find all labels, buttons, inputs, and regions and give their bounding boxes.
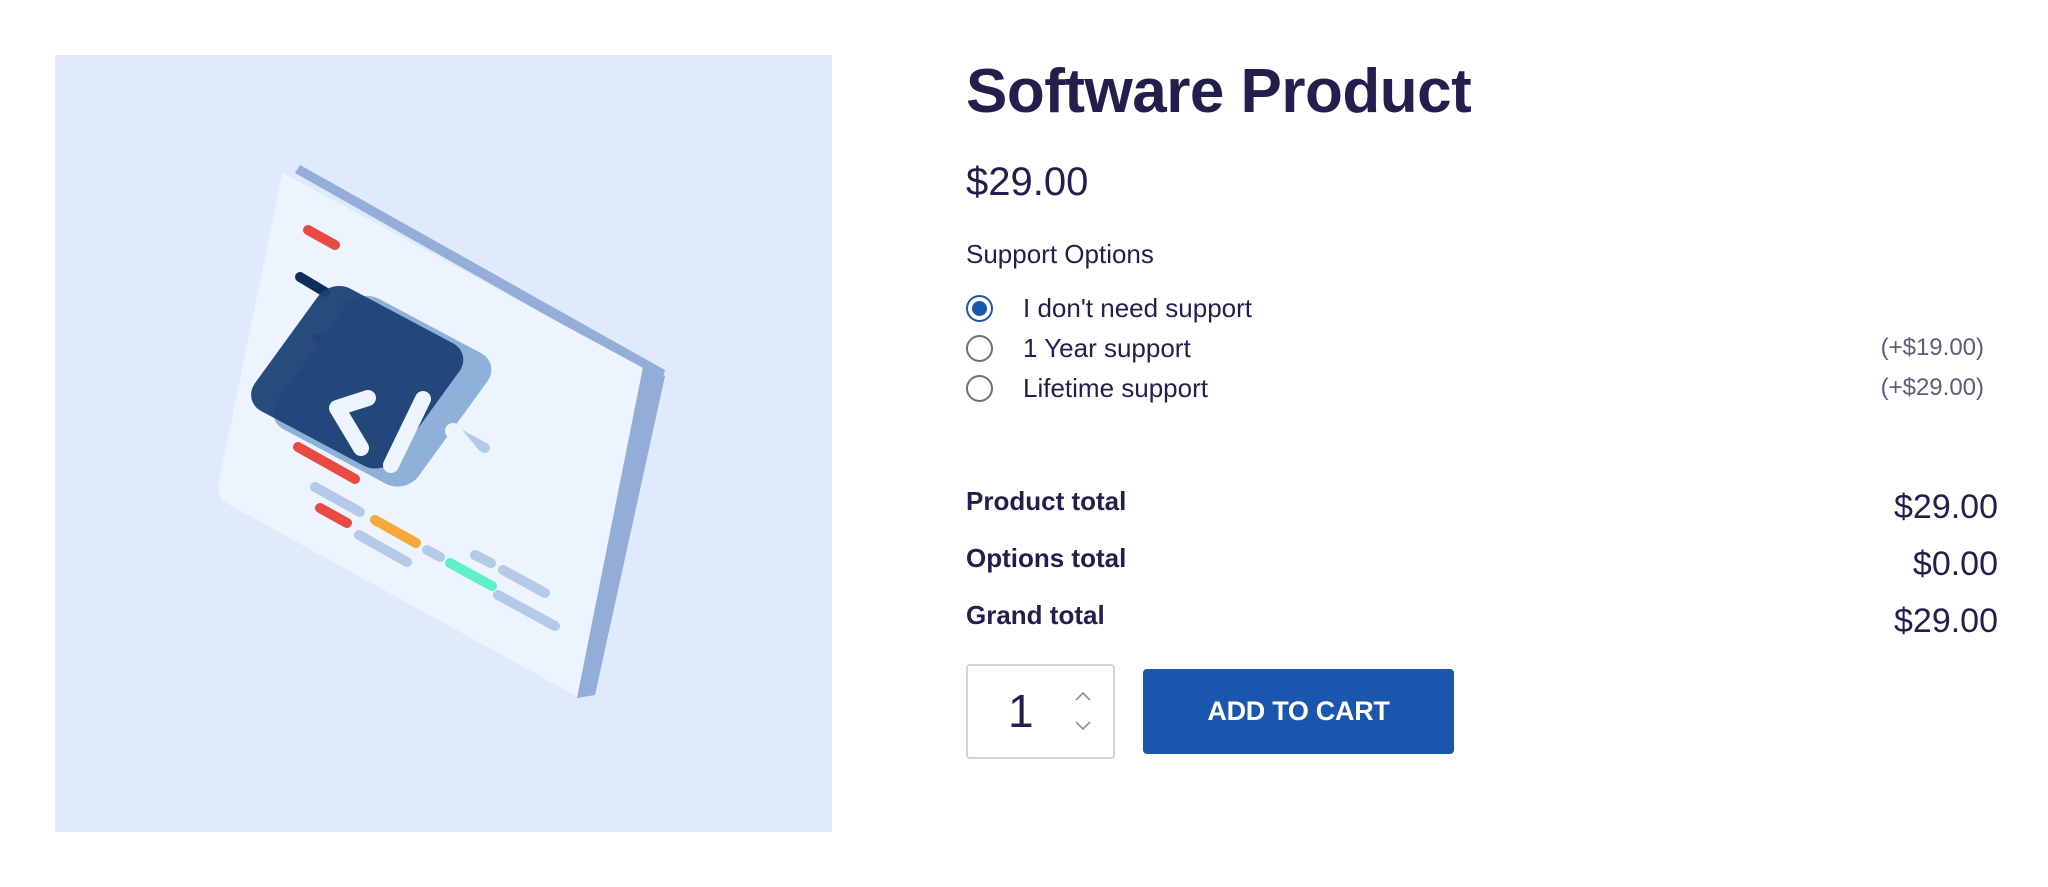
product-total-value: $29.00	[1894, 488, 1998, 526]
radio-button-selected[interactable]	[966, 294, 993, 322]
product-total-row: Product total $29.00	[966, 486, 1998, 543]
options-total-label: Options total	[966, 543, 1127, 573]
product-price: $29.00	[966, 160, 1089, 204]
option-label: Lifetime support	[1023, 372, 1208, 403]
option-price: (+$29.00)	[1880, 374, 1984, 401]
add-to-cart-form: 1 ADD TO CART	[966, 664, 1998, 759]
product-image[interactable]	[55, 55, 832, 832]
quantity-stepper[interactable]: 1	[966, 664, 1115, 759]
product-title: Software Product	[966, 57, 1472, 126]
options-total-row: Options total $0.00	[966, 543, 1998, 600]
totals-table: Product total $29.00 Options total $0.00…	[966, 486, 1998, 657]
options-total-value: $0.00	[1912, 545, 1998, 583]
option-label: 1 Year support	[1023, 332, 1191, 363]
support-options-radio-group: I don't need support 1 Year support (+$1…	[966, 288, 1984, 408]
chevron-up-icon[interactable]	[1074, 690, 1092, 702]
add-to-cart-button[interactable]: ADD TO CART	[1143, 669, 1454, 754]
product-summary: Software Product $29.00 Support Options …	[966, 52, 1998, 759]
chevron-down-icon[interactable]	[1074, 720, 1092, 732]
radio-button[interactable]	[966, 334, 993, 362]
option-no-support[interactable]: I don't need support	[966, 288, 1984, 328]
grand-total-label: Grand total	[966, 600, 1105, 630]
grand-total-value: $29.00	[1894, 602, 1998, 640]
option-label: I don't need support	[1023, 292, 1253, 323]
quantity-value[interactable]: 1	[1008, 684, 1034, 738]
option-lifetime-support[interactable]: Lifetime support (+$29.00)	[966, 368, 1984, 408]
product-total-label: Product total	[966, 486, 1127, 516]
product-page: Software Product $29.00 Support Options …	[0, 0, 2048, 887]
code-window-illustration	[218, 165, 665, 698]
option-price: (+$19.00)	[1880, 334, 1984, 361]
radio-button[interactable]	[966, 374, 993, 402]
option-1-year-support[interactable]: 1 Year support (+$19.00)	[966, 328, 1984, 368]
grand-total-row: Grand total $29.00	[966, 600, 1998, 657]
support-options-label: Support Options	[966, 239, 1154, 269]
